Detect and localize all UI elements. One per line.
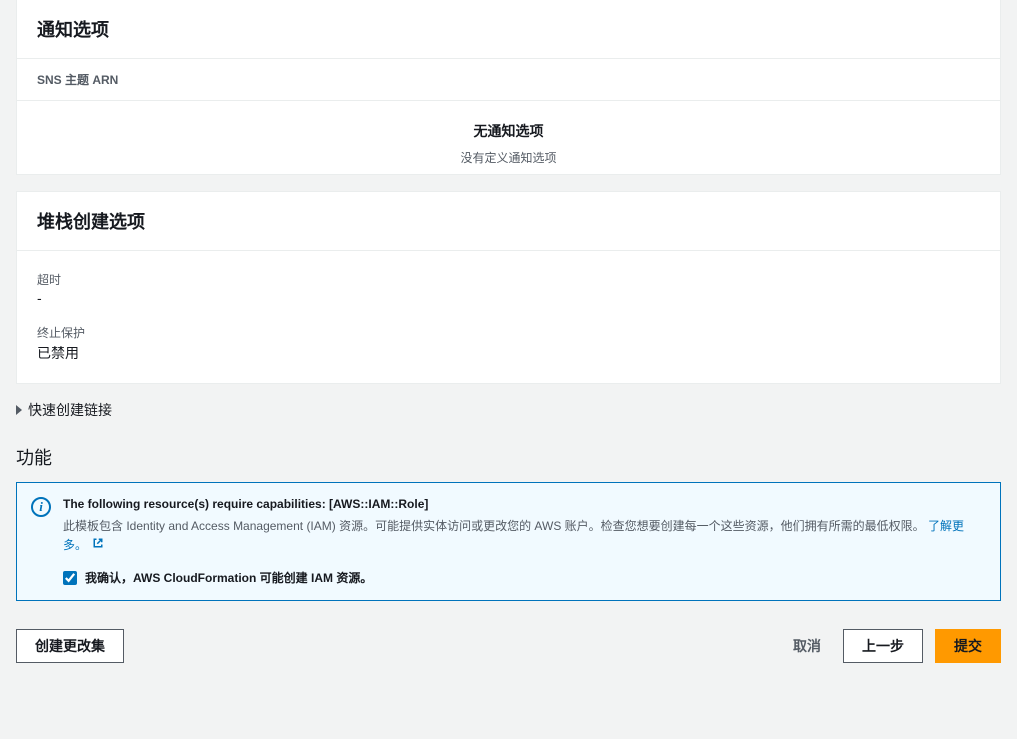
submit-button[interactable]: 提交 xyxy=(935,629,1001,663)
stack-creation-options-body: 超时 - 终止保护 已禁用 xyxy=(17,251,1000,383)
acknowledge-checkbox[interactable] xyxy=(63,571,77,585)
cancel-button[interactable]: 取消 xyxy=(783,630,831,662)
footer-right-group: 取消 上一步 提交 xyxy=(783,629,1001,663)
notification-options-panel: 通知选项 SNS 主题 ARN 无通知选项 没有定义通知选项 xyxy=(16,0,1001,175)
previous-button[interactable]: 上一步 xyxy=(843,629,923,663)
timeout-group: 超时 - xyxy=(37,271,980,306)
quick-create-link-label: 快速创建链接 xyxy=(28,400,112,420)
info-icon: i xyxy=(31,497,51,517)
termination-protection-group: 终止保护 已禁用 xyxy=(37,324,980,363)
acknowledge-row: 我确认，AWS CloudFormation 可能创建 IAM 资源。 xyxy=(63,569,984,586)
notification-empty-desc: 没有定义通知选项 xyxy=(17,149,1000,166)
quick-create-link-expander[interactable]: 快速创建链接 xyxy=(16,400,1001,420)
acknowledge-label[interactable]: 我确认，AWS CloudFormation 可能创建 IAM 资源。 xyxy=(85,569,372,586)
footer-actions: 创建更改集 取消 上一步 提交 xyxy=(16,629,1001,663)
notification-empty-title: 无通知选项 xyxy=(17,121,1000,141)
stack-creation-options-title: 堆栈创建选项 xyxy=(17,192,1000,251)
termination-protection-value: 已禁用 xyxy=(37,343,980,363)
capabilities-info-box: i The following resource(s) require capa… xyxy=(16,482,1001,601)
caret-right-icon xyxy=(16,405,22,415)
stack-creation-options-panel: 堆栈创建选项 超时 - 终止保护 已禁用 xyxy=(16,191,1001,384)
capabilities-info-content: The following resource(s) require capabi… xyxy=(63,497,984,586)
sns-topic-arn-label: SNS 主题 ARN xyxy=(17,59,1000,101)
notification-options-title: 通知选项 xyxy=(17,0,1000,59)
timeout-label: 超时 xyxy=(37,271,980,288)
capabilities-info-desc: 此模板包含 Identity and Access Management (IA… xyxy=(63,517,984,555)
capabilities-info-desc-text: 此模板包含 Identity and Access Management (IA… xyxy=(63,519,925,533)
capabilities-section-title: 功能 xyxy=(16,444,1001,470)
termination-protection-label: 终止保护 xyxy=(37,324,980,341)
capabilities-info-title: The following resource(s) require capabi… xyxy=(63,497,984,511)
create-change-set-button[interactable]: 创建更改集 xyxy=(16,629,124,663)
timeout-value: - xyxy=(37,290,980,306)
notification-empty-state: 无通知选项 没有定义通知选项 xyxy=(17,101,1000,174)
